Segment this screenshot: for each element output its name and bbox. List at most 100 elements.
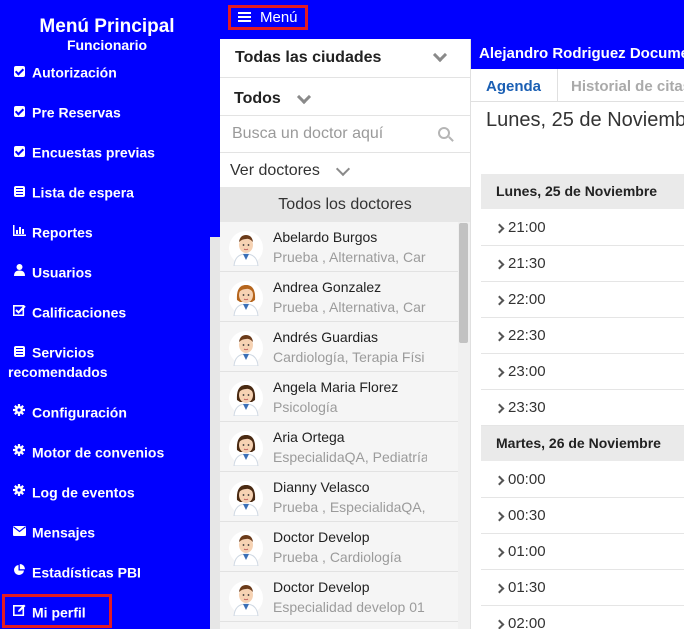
gear-icon (11, 402, 27, 422)
doctor-search-input[interactable] (220, 116, 430, 152)
agenda-time-slot[interactable]: 00:00 (481, 462, 684, 498)
doctor-list-item[interactable]: Aria Ortega EspecialidaQA, Pediatría (220, 422, 459, 472)
menu-toggle-button[interactable]: Menú (228, 5, 308, 30)
doctor-specialty: Prueba , Alternativa, Car (273, 249, 426, 265)
sidebar-item-log-de-eventos[interactable]: Log de eventos (8, 481, 208, 502)
chevron-right-icon (494, 583, 505, 594)
doctor-specialty: Prueba , Cardiología (273, 549, 402, 565)
chevron-right-icon (494, 475, 505, 486)
sidebar-item-calificaciones[interactable]: Calificaciones (8, 301, 208, 322)
doctor-list-item[interactable]: Angela Maria Florez Psicología (220, 372, 459, 422)
city-filter-dropdown[interactable]: Todas las ciudades (220, 39, 470, 78)
user-info-bar: Alejandro Rodriguez Documento (471, 39, 684, 69)
sidebar-item-encuestas-previas[interactable]: Encuestas previas (8, 141, 208, 162)
doctor-avatar (229, 430, 263, 467)
doctor-specialty: Especialidad develop 01 (273, 599, 425, 615)
time-slot-label: 01:00 (508, 543, 546, 560)
pie-chart-icon (11, 562, 27, 582)
time-slot-label: 23:00 (508, 363, 546, 380)
time-slot-label: 00:00 (508, 471, 546, 488)
doctor-name: Aria Ortega (273, 429, 345, 445)
chevron-right-icon (494, 295, 505, 306)
chevron-right-icon (494, 259, 505, 270)
doctor-specialty: Prueba , EspecialidaQA, (273, 499, 426, 515)
chevron-right-icon (494, 331, 505, 342)
agenda-panel: Alejandro Rodriguez Documento Agenda His… (471, 39, 684, 629)
sidebar-item-servicios-recomendados[interactable]: Servicios recomendados (8, 341, 208, 382)
chevron-right-icon (494, 619, 505, 629)
time-slot-label: 22:00 (508, 291, 546, 308)
sidebar: Menú Principal Funcionario Autorización … (0, 0, 220, 629)
gear-icon (11, 442, 27, 462)
sidebar-item-autorizacion[interactable]: Autorización (8, 61, 208, 82)
sidebar-item-reportes[interactable]: Reportes (8, 221, 208, 242)
chevron-right-icon (494, 223, 505, 234)
search-icon[interactable] (438, 127, 450, 139)
time-slot-label: 21:00 (508, 219, 546, 236)
doctor-avatar (229, 280, 263, 317)
sidebar-item-mensajes[interactable]: Mensajes (8, 521, 208, 542)
doctor-specialty: Prueba , Alternativa, Car (273, 299, 426, 315)
agenda-time-slot[interactable]: 22:00 (481, 282, 684, 318)
agenda-time-slot[interactable]: 23:30 (481, 390, 684, 426)
agenda-time-slot[interactable]: 21:30 (481, 246, 684, 282)
doctor-search (220, 116, 470, 153)
doctor-name: Doctor Develop (273, 579, 370, 595)
type-filter-dropdown[interactable]: Todos (220, 78, 470, 116)
bar-chart-icon (11, 222, 27, 242)
agenda-time-slot[interactable]: 22:30 (481, 318, 684, 354)
agenda-day-heading: Lunes, 25 de Noviembre (481, 174, 684, 209)
agenda-time-slot[interactable]: 23:00 (481, 354, 684, 390)
agenda-time-slot[interactable]: 01:00 (481, 534, 684, 570)
doctor-list-item[interactable]: Doctor Develop Especialidad develop 01 (220, 572, 459, 622)
agenda-time-slot[interactable]: 02:00 (481, 606, 684, 629)
ver-doctores-label: Ver doctores (230, 162, 320, 179)
all-doctors-button[interactable]: Todos los doctores (220, 187, 470, 222)
time-slot-label: 01:30 (508, 579, 546, 596)
list-icon (11, 182, 27, 202)
tab-agenda[interactable]: Agenda (486, 78, 541, 95)
doctor-specialty: Psicología (273, 399, 338, 415)
chevron-down-icon (432, 47, 448, 63)
doctor-panel: Todas las ciudades Todos Ver doctores To… (220, 39, 471, 629)
sidebar-item-usuarios[interactable]: Usuarios (8, 261, 208, 282)
doctor-name: Andrés Guardias (273, 329, 379, 345)
doctor-list-item[interactable]: Abelardo Burgos Prueba , Alternativa, Car (220, 222, 459, 272)
sidebar-item-motor-de-convenios[interactable]: Motor de convenios (8, 441, 208, 462)
sidebar-title: Menú Principal (39, 16, 175, 37)
doctor-name: Andrea Gonzalez (273, 279, 382, 295)
city-filter-value: Todas las ciudades (235, 49, 382, 66)
agenda-time-slot[interactable]: 00:30 (481, 498, 684, 534)
time-slot-label: 22:30 (508, 327, 546, 344)
agenda-tabs: Agenda Historial de citas (471, 69, 684, 102)
chevron-right-icon (494, 547, 505, 558)
agenda-time-slot[interactable]: 01:30 (481, 570, 684, 606)
doctor-avatar (229, 530, 263, 567)
sidebar-item-configuracion[interactable]: Configuración (8, 401, 208, 422)
sidebar-item-pre-reservas[interactable]: Pre Reservas (8, 101, 208, 122)
chevron-right-icon (494, 403, 505, 414)
doctor-avatar (229, 330, 263, 367)
doctor-list-item[interactable]: Andrea Gonzalez Prueba , Alternativa, Car (220, 272, 459, 322)
agenda-time-slot[interactable]: 21:00 (481, 210, 684, 246)
time-slot-label: 23:30 (508, 399, 546, 416)
doctor-list-item[interactable]: Dianny Velasco Prueba , EspecialidaQA, (220, 472, 459, 522)
edit-check-icon (11, 302, 27, 322)
doctor-avatar (229, 480, 263, 517)
sidebar-item-estadisticas-pbi[interactable]: Estadísticas PBI (8, 561, 208, 582)
sidebar-item-lista-de-espera[interactable]: Lista de espera (8, 181, 208, 202)
tab-historial-de-citas[interactable]: Historial de citas (571, 78, 684, 95)
check-square-icon (11, 62, 27, 82)
doctor-list-scrollbar-thumb[interactable] (459, 223, 468, 343)
envelope-icon (11, 522, 27, 542)
doctor-list-item[interactable]: Doctor Develop Prueba , Cardiología (220, 522, 459, 572)
ver-doctores-dropdown[interactable]: Ver doctores (220, 153, 470, 187)
sidebar-scrollbar-thumb[interactable] (210, 237, 220, 629)
agenda-date-title: Lunes, 25 de Noviembre (486, 109, 684, 131)
doctor-name: Abelardo Burgos (273, 229, 378, 245)
agenda-day-heading: Martes, 26 de Noviembre (481, 426, 684, 461)
menu-toggle-label: Menú (260, 9, 298, 26)
doctor-list-item[interactable]: Andrés Guardias Cardiología, Terapia Físi (220, 322, 459, 372)
list-icon (11, 342, 27, 362)
sidebar-item-label-line2: recomendados (8, 364, 108, 381)
